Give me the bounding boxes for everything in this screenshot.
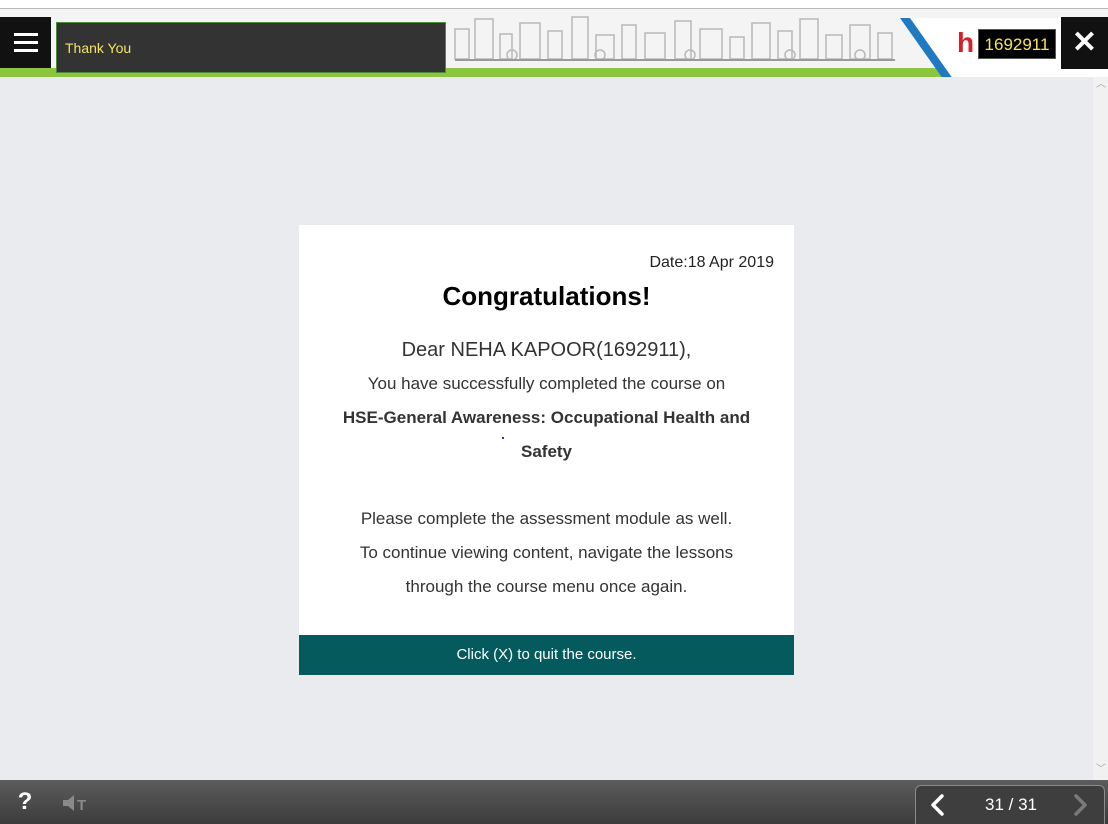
completion-date: Date:18 Apr 2019 [649, 254, 774, 271]
close-icon[interactable]: ✕ [1061, 17, 1108, 69]
congratulations-heading: Congratulations! [442, 281, 651, 311]
completion-text: You have successfully completed the cour… [367, 374, 726, 393]
course-name-line-2: Safety [520, 442, 573, 461]
menu-bar [13, 41, 38, 44]
audio-muted-icon[interactable]: T [62, 794, 90, 812]
stray-dot [502, 437, 504, 439]
greeting-text: Dear NEHA KAPOOR(1692911), [401, 339, 692, 361]
scroll-down-arrow-icon[interactable]: ﹀ [1096, 765, 1106, 775]
top-border [0, 0, 1108, 8]
instruction-line-3: through the course menu once again. [405, 577, 688, 596]
menu-bar [13, 33, 38, 36]
svg-text:T: T [77, 797, 86, 812]
page-counter: 31 / 31 [985, 795, 1037, 814]
bottom-toolbar: ? T 31 / 31 [0, 780, 1108, 824]
quit-instruction-footer: Click (X) to quit the course. [299, 635, 794, 675]
user-id-badge: 1692911 [978, 29, 1056, 59]
company-logo: h [957, 27, 975, 58]
chevron-left-icon[interactable] [926, 792, 950, 818]
instruction-line-1: Please complete the assessment module as… [360, 509, 733, 528]
menu-bar [13, 49, 38, 52]
instruction-line-2: To continue viewing content, navigate th… [359, 543, 734, 562]
chevron-right-icon[interactable] [1068, 792, 1092, 818]
vertical-scrollbar[interactable] [1093, 77, 1108, 780]
slide-title: Thank You [56, 22, 446, 73]
page-navigation: 31 / 31 [915, 785, 1105, 824]
scroll-up-arrow-icon[interactable]: ︿ [1096, 80, 1106, 90]
help-icon[interactable]: ? [14, 790, 36, 814]
completion-card: Date:18 Apr 2019 Congratulations! Dear N… [299, 225, 794, 675]
course-name-line-1: HSE-General Awareness: Occupational Heal… [342, 408, 751, 427]
hamburger-menu-icon[interactable] [0, 17, 51, 68]
